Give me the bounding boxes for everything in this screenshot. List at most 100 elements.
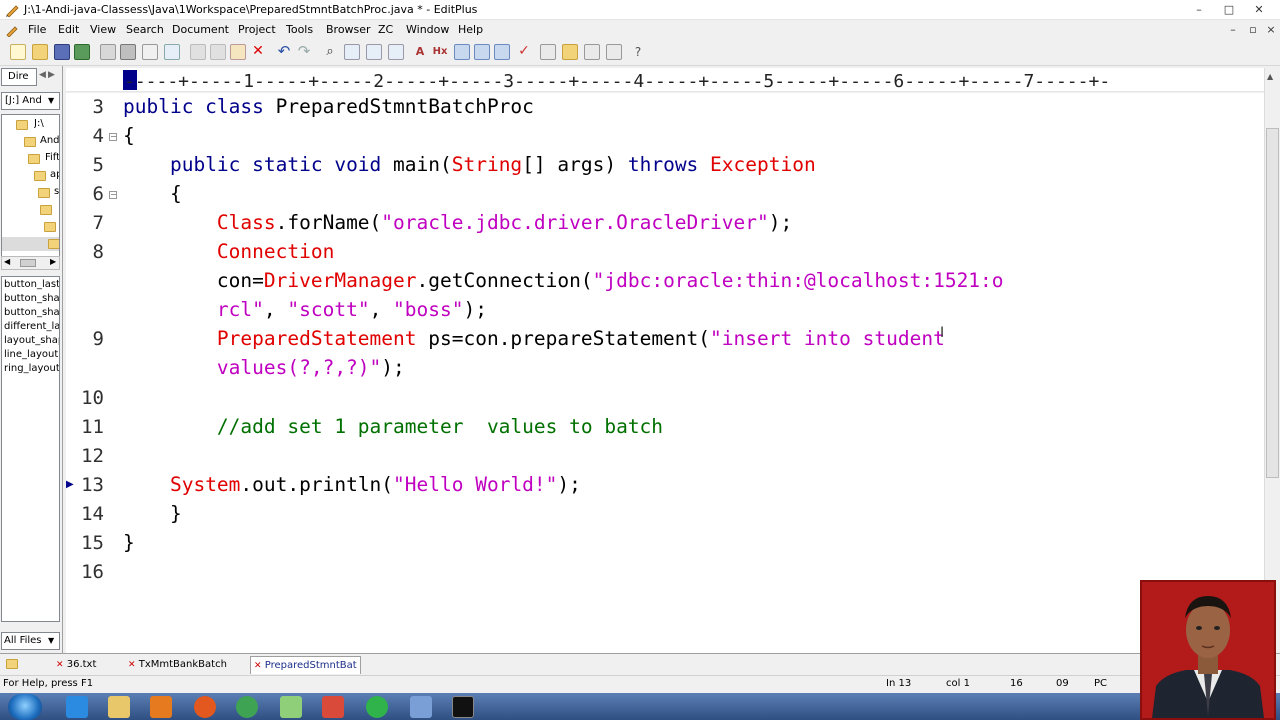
menu-tools[interactable]: Tools — [286, 23, 313, 36]
hex-view-icon[interactable]: Hx — [432, 44, 448, 60]
close-window-button[interactable]: ✕ — [1246, 2, 1272, 18]
tab-txmmtbankbatch[interactable]: ✕ TxMmtBankBatch — [128, 656, 227, 674]
menu-help[interactable]: Help — [458, 23, 483, 36]
start-button-icon[interactable] — [8, 694, 42, 720]
chevron-right-icon[interactable]: ▶ — [48, 70, 55, 80]
directory-window-icon[interactable] — [562, 44, 578, 60]
code-line[interactable]: Class.forName("oracle.jdbc.driver.Oracle… — [123, 211, 792, 234]
code-line[interactable]: rcl", "scott", "boss"); — [123, 298, 487, 321]
replace-icon[interactable] — [344, 44, 360, 60]
file-list-item[interactable]: layout_shap — [4, 335, 59, 346]
scroll-thumb[interactable] — [20, 259, 36, 267]
help-icon[interactable]: ? — [630, 44, 646, 60]
menu-view[interactable]: View — [90, 23, 116, 36]
copy-icon[interactable] — [210, 44, 226, 60]
cliptext-icon[interactable] — [540, 44, 556, 60]
drive-select[interactable]: [J:] And ▼ — [1, 92, 60, 110]
notepad-icon[interactable] — [280, 696, 302, 718]
vertical-scrollbar[interactable]: ▲ — [1264, 68, 1280, 653]
find-icon[interactable]: ⌕ — [322, 44, 338, 60]
redo-icon[interactable]: ↷ — [296, 44, 312, 60]
file-list-item[interactable]: ring_layout — [4, 363, 59, 374]
check-mark-icon[interactable]: ✓ — [516, 44, 532, 60]
code-line[interactable]: { — [123, 124, 135, 147]
file-list-item[interactable]: button_last — [4, 279, 59, 290]
menu-document[interactable]: Document — [172, 23, 229, 36]
code-line[interactable]: } — [123, 502, 182, 525]
scroll-up-icon[interactable]: ▲ — [1267, 72, 1273, 81]
save-all-icon[interactable] — [74, 44, 90, 60]
menu-zc[interactable]: ZC — [378, 23, 393, 36]
file-filter-select[interactable]: All Files ▼ — [1, 632, 60, 650]
internet-explorer-icon[interactable] — [66, 696, 88, 718]
undo-icon[interactable]: ↶ — [276, 44, 292, 60]
refresh-app-icon[interactable] — [366, 696, 388, 718]
code-line[interactable]: public class PreparedStmntBatchProc — [123, 95, 534, 118]
cut-icon[interactable] — [190, 44, 206, 60]
fold-collapse-icon[interactable]: − — [109, 191, 117, 200]
inner-minimize-button[interactable]: – — [1224, 22, 1242, 38]
code-editor[interactable]: 3 public class PreparedStmntBatchProc 4{5 … — [66, 93, 1264, 653]
status-value-1: 16 — [1010, 678, 1023, 689]
file-list-item[interactable]: button_sha — [4, 293, 59, 304]
code-line[interactable]: PreparedStatement ps=con.prepareStatemen… — [123, 327, 945, 350]
fold-collapse-icon[interactable]: − — [109, 133, 117, 142]
folder-item[interactable]: Fift — [45, 152, 59, 163]
window-list-icon[interactable] — [606, 44, 622, 60]
print-icon[interactable] — [120, 44, 136, 60]
horizontal-scrollbar[interactable]: ◀ ▶ — [1, 256, 60, 270]
code-line[interactable]: System.out.println("Hello World!"); — [123, 473, 581, 496]
new-file-icon[interactable] — [10, 44, 26, 60]
command-prompt-icon[interactable] — [452, 696, 474, 718]
find-in-files-icon[interactable] — [366, 44, 382, 60]
font-icon[interactable]: A — [412, 44, 428, 60]
code-line[interactable]: values(?,?,?)"); — [123, 356, 405, 379]
chrome-icon[interactable] — [236, 696, 258, 718]
menu-edit[interactable]: Edit — [58, 23, 79, 36]
spell-check-icon[interactable] — [142, 44, 158, 60]
code-line[interactable]: Connection — [123, 240, 334, 263]
line-numbers-toggle-icon[interactable] — [474, 44, 490, 60]
file-list-item[interactable]: line_layout — [4, 349, 59, 360]
inner-restore-button[interactable]: ▫ — [1244, 22, 1262, 38]
folder-item[interactable]: J:\ — [34, 118, 44, 129]
folder-item[interactable]: s — [54, 186, 59, 197]
tab-36-txt[interactable]: ✕ 36.txt — [56, 656, 96, 674]
code-line[interactable]: } — [123, 531, 135, 554]
tab-preparedstmntbat[interactable]: ✕ PreparedStmntBat — [250, 656, 361, 674]
word-wrap-toggle-icon[interactable] — [454, 44, 470, 60]
menu-file[interactable]: File — [28, 23, 46, 36]
print-preview-icon[interactable] — [100, 44, 116, 60]
file-explorer-icon[interactable] — [108, 696, 130, 718]
network-app-icon[interactable] — [410, 696, 432, 718]
directory-tab[interactable]: Dire — [1, 68, 37, 86]
ruler-toggle-icon[interactable] — [494, 44, 510, 60]
chevron-left-icon[interactable]: ◀ — [39, 70, 46, 80]
save-icon[interactable] — [54, 44, 70, 60]
code-line[interactable]: { — [123, 182, 182, 205]
open-folder-icon[interactable] — [32, 44, 48, 60]
delete-icon[interactable]: ✕ — [250, 44, 266, 60]
menu-browser[interactable]: Browser — [326, 23, 371, 36]
scroll-thumb[interactable] — [1266, 128, 1279, 478]
refresh-icon[interactable] — [164, 44, 180, 60]
file-list-item[interactable]: button_sha — [4, 307, 59, 318]
menu-search[interactable]: Search — [126, 23, 164, 36]
inner-close-button[interactable]: × — [1262, 22, 1280, 38]
file-list-item[interactable]: different_la — [4, 321, 59, 332]
output-window-icon[interactable] — [584, 44, 600, 60]
editplus-taskbar-icon[interactable] — [322, 696, 344, 718]
folder-item[interactable]: Andi — [40, 135, 59, 146]
menu-project[interactable]: Project — [238, 23, 276, 36]
menu-window[interactable]: Window — [406, 23, 449, 36]
maximize-button[interactable]: □ — [1216, 2, 1242, 18]
code-line[interactable]: public static void main(String[] args) t… — [123, 153, 816, 176]
media-player-icon[interactable] — [150, 696, 172, 718]
firefox-icon[interactable] — [194, 696, 216, 718]
code-line[interactable]: con=DriverManager.getConnection("jdbc:or… — [123, 269, 1004, 292]
minimize-button[interactable]: – — [1186, 2, 1212, 18]
folder-item[interactable]: ap — [50, 169, 59, 180]
code-line[interactable]: //add set 1 parameter values to batch — [123, 415, 663, 438]
goto-line-icon[interactable] — [388, 44, 404, 60]
paste-icon[interactable] — [230, 44, 246, 60]
